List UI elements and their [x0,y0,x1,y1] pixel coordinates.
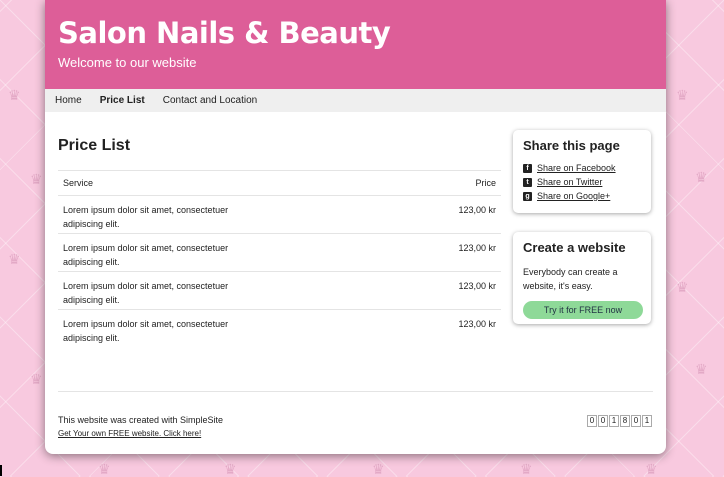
nav-item-contact[interactable]: Contact and Location [154,95,267,106]
price-cell: 123,00 kr [248,271,501,310]
create-box-text: Everybody can create a website, it's easy… [523,265,641,293]
share-facebook-label: Share on Facebook [537,163,616,173]
share-box: Share this page f Share on Facebook t Sh… [513,130,651,213]
crown-decoration-icon: ♛ [30,371,43,387]
service-cell: Lorem ipsum dolor sit amet, consectetuer… [58,195,248,234]
share-google-plus-label: Share on Google+ [537,191,611,201]
page-container: Salon Nails & Beauty Welcome to our webs… [45,0,666,454]
share-twitter-link[interactable]: t Share on Twitter [523,177,641,187]
share-box-title: Share this page [523,138,620,153]
crown-decoration-icon: ♛ [520,461,533,477]
google-plus-icon: g [523,191,532,201]
price-cell: 123,00 kr [458,319,496,329]
price-table: Service Price Lorem ipsum dolor sit amet… [58,170,501,348]
service-cell: Lorem ipsum dolor sit amet, consectetuer… [58,233,248,272]
create-box-title: Create a website [523,240,626,255]
crown-decoration-icon: ♛ [8,251,21,267]
nav-item-home[interactable]: Home [45,95,91,106]
counter-digit: 1 [642,415,652,427]
share-twitter-label: Share on Twitter [537,177,603,187]
column-header-service: Service [58,170,248,196]
visitor-counter: 0 0 1 8 0 1 [586,415,652,427]
service-text: Lorem ipsum dolor sit amet, consectetuer [63,243,229,253]
table-row: Lorem ipsum dolor sit amet, consectetuer… [58,233,501,272]
counter-digit: 8 [620,415,630,427]
service-text: adipiscing elit. [63,219,120,229]
facebook-icon: f [523,163,532,173]
crown-decoration-icon: ♛ [8,87,21,103]
footer-divider [58,391,653,392]
footer-text: This website was created with SimpleSite [58,415,224,425]
site-title[interactable]: Salon Nails & Beauty [58,16,391,50]
share-google-plus-link[interactable]: g Share on Google+ [523,191,641,201]
price-cell: 123,00 kr [248,233,501,272]
crown-decoration-icon: ♛ [30,171,43,187]
counter-digit: 1 [609,415,619,427]
main-nav: Home Price List Contact and Location [45,89,666,112]
share-facebook-link[interactable]: f Share on Facebook [523,163,641,173]
create-website-box: Create a website Everybody can create a w… [513,232,651,324]
crown-decoration-icon: ♛ [676,87,689,103]
table-row: Lorem ipsum dolor sit amet, consectetuer… [58,271,501,310]
site-header: Salon Nails & Beauty Welcome to our webs… [45,0,666,89]
counter-digit: 0 [598,415,608,427]
service-text: Lorem ipsum dolor sit amet, consectetuer [63,319,229,329]
create-text-line: Everybody can create a [523,267,618,277]
service-cell: Lorem ipsum dolor sit amet, consectetuer… [58,271,248,310]
page-title: Price List [58,137,131,154]
crown-decoration-icon: ♛ [695,361,708,377]
crown-decoration-icon: ♛ [98,461,111,477]
crown-decoration-icon: ♛ [695,169,708,185]
nav-item-price-list[interactable]: Price List [91,95,154,106]
service-text: Lorem ipsum dolor sit amet, consectetuer [63,205,229,215]
service-cell: Lorem ipsum dolor sit amet, consectetuer… [58,310,248,348]
crown-decoration-icon: ♛ [676,279,689,295]
crown-decoration-icon: ♛ [224,461,237,477]
service-text: adipiscing elit. [63,295,120,305]
footer-link[interactable]: Get Your own FREE website. Click here! [58,429,201,438]
crown-decoration-icon: ♛ [645,461,658,477]
table-row: Lorem ipsum dolor sit amet, consectetuer… [58,195,501,234]
table-row: Lorem ipsum dolor sit amet, consectetuer… [58,310,501,348]
twitter-icon: t [523,177,532,187]
price-cell: 123,00 kr [248,195,501,234]
service-text: Lorem ipsum dolor sit amet, consectetuer [63,281,229,291]
site-subtitle: Welcome to our website [58,55,197,70]
counter-digit: 0 [587,415,597,427]
service-text: adipiscing elit. [63,257,120,267]
try-free-button[interactable]: Try it for FREE now [523,301,643,319]
create-text-line: website, it's easy. [523,281,593,291]
column-header-price: Price [248,170,501,196]
counter-digit: 0 [631,415,641,427]
crown-decoration-icon: ♛ [372,461,385,477]
service-text: adipiscing elit. [63,333,120,343]
window-edge [0,465,2,476]
